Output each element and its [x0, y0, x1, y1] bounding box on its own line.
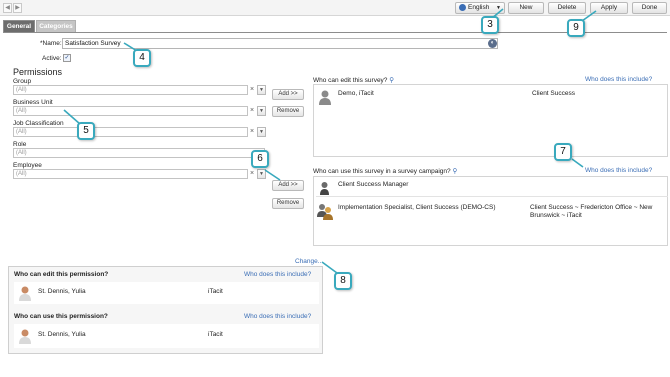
group-dropdown-icon[interactable]: ▼: [257, 85, 266, 95]
table-row[interactable]: Client Success Manager: [316, 179, 668, 197]
active-checkbox[interactable]: ✓: [63, 54, 71, 62]
job-classification-clear-icon[interactable]: ×: [248, 127, 256, 137]
callout-5: 5: [77, 122, 95, 140]
search-icon[interactable]: ⚲: [452, 168, 457, 175]
job-classification-filter[interactable]: (All): [13, 127, 248, 137]
permissions-heading: Permissions: [13, 67, 63, 77]
back-arrow-icon[interactable]: ◀: [3, 3, 12, 13]
permission-use-title: Who can use this permission?: [14, 313, 108, 320]
permission-use-include-link[interactable]: Who does this include?: [244, 313, 311, 320]
change-link[interactable]: Change...: [295, 258, 323, 265]
done-button[interactable]: Done: [632, 2, 667, 14]
job-classification-dropdown-icon[interactable]: ▼: [257, 127, 266, 137]
active-label: Active:: [42, 55, 62, 62]
name-input[interactable]: Satisfaction Survey: [62, 38, 498, 49]
callout-6-arrow: [264, 169, 281, 181]
business-unit-dropdown-icon[interactable]: ▼: [257, 106, 266, 116]
user-avatar-icon: [19, 329, 31, 344]
forward-arrow-icon[interactable]: ▶: [13, 3, 22, 13]
edit-include-link[interactable]: Who does this include?: [585, 76, 652, 83]
permission-edit-title: Who can edit this permission?: [14, 271, 109, 278]
language-label: English: [468, 4, 490, 11]
apply-button[interactable]: Apply: [590, 2, 628, 14]
name-label: *Name:: [40, 40, 62, 47]
chevron-down-icon: ▼: [496, 5, 501, 11]
use-remove-button[interactable]: Remove: [272, 198, 304, 209]
callout-7: 7: [554, 143, 572, 161]
group-label: Group: [13, 78, 32, 85]
use-row-name: Implementation Specialist, Client Succes…: [338, 204, 496, 211]
group-clear-icon[interactable]: ×: [248, 85, 256, 95]
edit-add-button[interactable]: Add >>: [272, 89, 304, 100]
permission-edit-name: St. Dennis, Yulia: [38, 288, 86, 295]
permission-edit-org: iTacit: [208, 288, 223, 295]
use-row-detail-line1: Client Success ~ Fredericton Office ~ Ne…: [530, 204, 653, 211]
use-panel-title: Who can use this survey in a survey camp…: [313, 168, 458, 175]
edit-row-detail: Client Success: [532, 90, 575, 97]
table-row[interactable]: Implementation Specialist, Client Succes…: [316, 200, 668, 222]
delete-button[interactable]: Delete: [548, 2, 586, 14]
business-unit-label: Business Unit: [13, 99, 53, 106]
business-unit-clear-icon[interactable]: ×: [248, 106, 256, 116]
callout-9: 9: [567, 19, 585, 37]
position-group-icon: [317, 204, 333, 220]
callout-7-arrow: [571, 158, 584, 168]
edit-remove-button[interactable]: Remove: [272, 106, 304, 117]
callout-8: 8: [334, 272, 352, 290]
new-button[interactable]: New: [508, 2, 544, 14]
callout-8-arrow: [321, 261, 338, 274]
use-row-detail-line2: Brunswick ~ iTacit: [530, 212, 582, 219]
tab-general[interactable]: General: [3, 20, 35, 32]
translate-icon[interactable]: ◐: [488, 39, 497, 48]
role-icon: [320, 182, 329, 195]
role-filter[interactable]: (All): [13, 148, 265, 158]
table-row: St. Dennis, Yulia iTacit: [14, 324, 319, 348]
permission-use-name: St. Dennis, Yulia: [38, 331, 86, 338]
use-include-link[interactable]: Who does this include?: [585, 167, 652, 174]
employee-dropdown-icon[interactable]: ▼: [257, 169, 266, 179]
job-classification-label: Job Classification: [13, 120, 64, 127]
globe-icon: [459, 3, 466, 11]
use-add-button[interactable]: Add >>: [272, 180, 304, 191]
use-row-name: Client Success Manager: [338, 181, 409, 188]
search-icon[interactable]: ⚲: [389, 77, 394, 84]
tab-categories[interactable]: Categories: [36, 20, 76, 32]
permission-edit-include-link[interactable]: Who does this include?: [244, 271, 311, 278]
employee-filter[interactable]: (All): [13, 169, 248, 179]
table-row[interactable]: Demo, iTacit Client Success: [316, 88, 668, 108]
callout-3: 3: [481, 16, 499, 34]
role-label: Role: [13, 141, 27, 148]
edit-row-name: Demo, iTacit: [338, 90, 374, 97]
group-filter[interactable]: (All): [13, 85, 248, 95]
employee-clear-icon[interactable]: ×: [248, 169, 256, 179]
employee-label: Employee: [13, 162, 42, 169]
language-select[interactable]: English ▼: [455, 2, 505, 14]
permission-use-org: iTacit: [208, 331, 223, 338]
callout-6: 6: [251, 150, 269, 168]
user-avatar-icon: [319, 90, 331, 105]
user-avatar-icon: [19, 286, 31, 301]
business-unit-filter[interactable]: (All): [13, 106, 248, 116]
callout-4: 4: [133, 49, 151, 67]
table-row: St. Dennis, Yulia iTacit: [14, 282, 319, 304]
edit-panel-title: Who can edit this survey? ⚲: [313, 77, 395, 84]
